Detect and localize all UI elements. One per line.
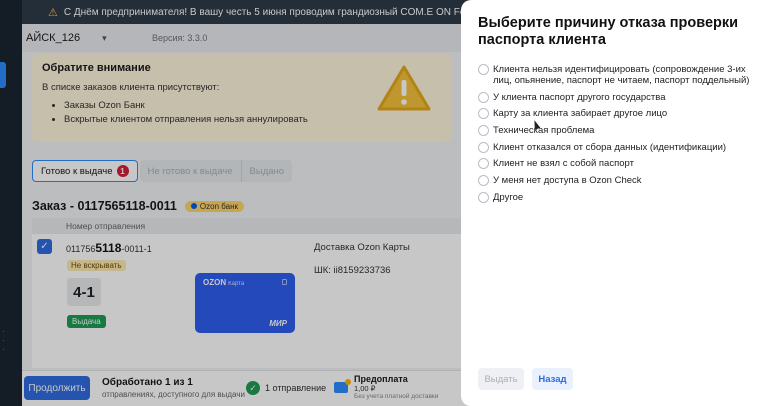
radio-button[interactable] [478,175,489,187]
reason-options: Клиента нельзя идентифицировать (сопрово… [478,64,763,209]
option-label: У меня нет доступа в Ozon Check [493,175,642,187]
reason-option[interactable]: Карту за клиента забирает другое лицо [478,108,763,120]
option-label: Техническая проблема [493,125,595,137]
reason-option[interactable]: Другое [478,191,763,203]
radio-button[interactable] [478,125,489,137]
reason-option[interactable]: У клиента паспорт другого государства [478,91,763,103]
option-label: Клиент не взял с собой паспорт [493,158,634,170]
radio-button[interactable] [478,64,489,75]
radio-button[interactable] [478,158,489,170]
panel-title: Выберите причину отказа проверки паспорт… [478,15,739,48]
radio-button[interactable] [478,108,489,120]
option-label: Клиент отказался от сбора данных (иденти… [493,141,727,153]
reason-option[interactable]: Клиента нельзя идентифицировать (сопрово… [478,64,763,86]
reject-reason-panel: Выберите причину отказа проверки паспорт… [461,0,768,406]
radio-button[interactable] [478,141,489,153]
option-label: У клиента паспорт другого государства [493,91,666,103]
back-button[interactable]: Назад [532,368,573,390]
option-label: Карту за клиента забирает другое лицо [493,108,668,120]
radio-button[interactable] [478,191,489,203]
radio-button[interactable] [478,91,489,103]
issue-button[interactable]: Выдать [478,368,524,390]
reason-option[interactable]: Клиент не взял с собой паспорт [478,158,763,170]
reason-option[interactable]: Техническая проблема [478,125,763,137]
option-label: Другое [493,191,524,203]
option-label: Клиента нельзя идентифицировать (сопрово… [493,64,750,86]
reason-option[interactable]: У меня нет доступа в Ozon Check [478,175,763,187]
reason-option[interactable]: Клиент отказался от сбора данных (иденти… [478,141,763,153]
